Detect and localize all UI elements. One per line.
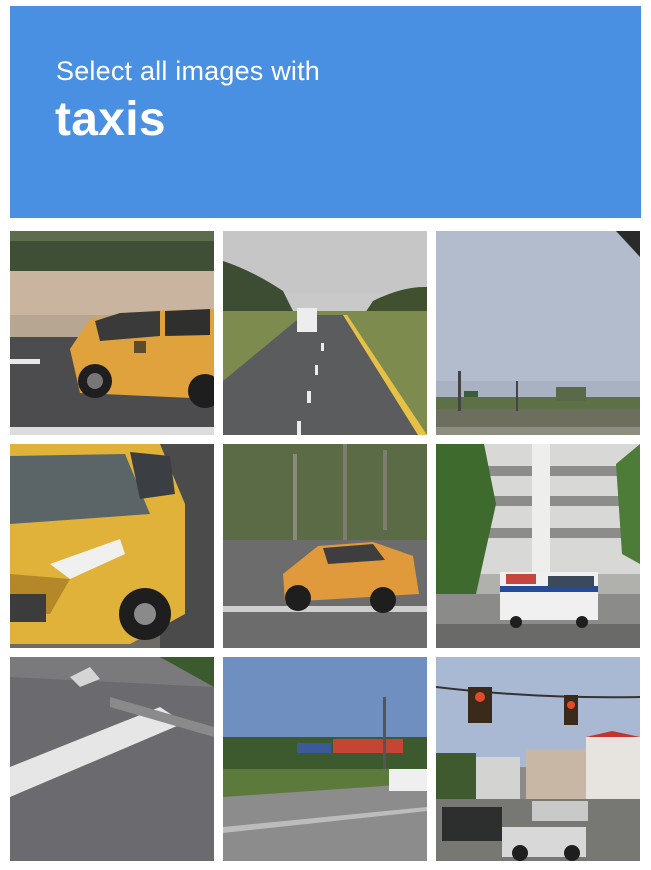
challenge-header: Select all images with taxis bbox=[10, 6, 641, 218]
street-storefronts-image bbox=[223, 657, 427, 861]
image-tile-6[interactable] bbox=[436, 444, 640, 648]
taxi-parking-lot-image bbox=[223, 444, 427, 648]
traffic-light-intersection-image bbox=[436, 657, 640, 861]
road-marking-image bbox=[10, 657, 214, 861]
bus-parking-garage-image bbox=[436, 444, 640, 648]
image-tile-5[interactable] bbox=[223, 444, 427, 648]
image-tile-1[interactable] bbox=[10, 231, 214, 435]
sky-intersection-image bbox=[436, 231, 640, 435]
challenge-target-object: taxis bbox=[55, 93, 166, 146]
image-tile-3[interactable] bbox=[436, 231, 640, 435]
highway-road-image bbox=[223, 231, 427, 435]
image-tile-9[interactable] bbox=[436, 657, 640, 861]
image-grid bbox=[10, 231, 641, 862]
image-tile-2[interactable] bbox=[223, 231, 427, 435]
image-tile-7[interactable] bbox=[10, 657, 214, 861]
minivan-taxi-closeup-image bbox=[10, 444, 214, 648]
taxi-side-view-image bbox=[10, 231, 214, 435]
image-tile-4[interactable] bbox=[10, 444, 214, 648]
image-tile-8[interactable] bbox=[223, 657, 427, 861]
challenge-instruction: Select all images with bbox=[56, 56, 321, 86]
